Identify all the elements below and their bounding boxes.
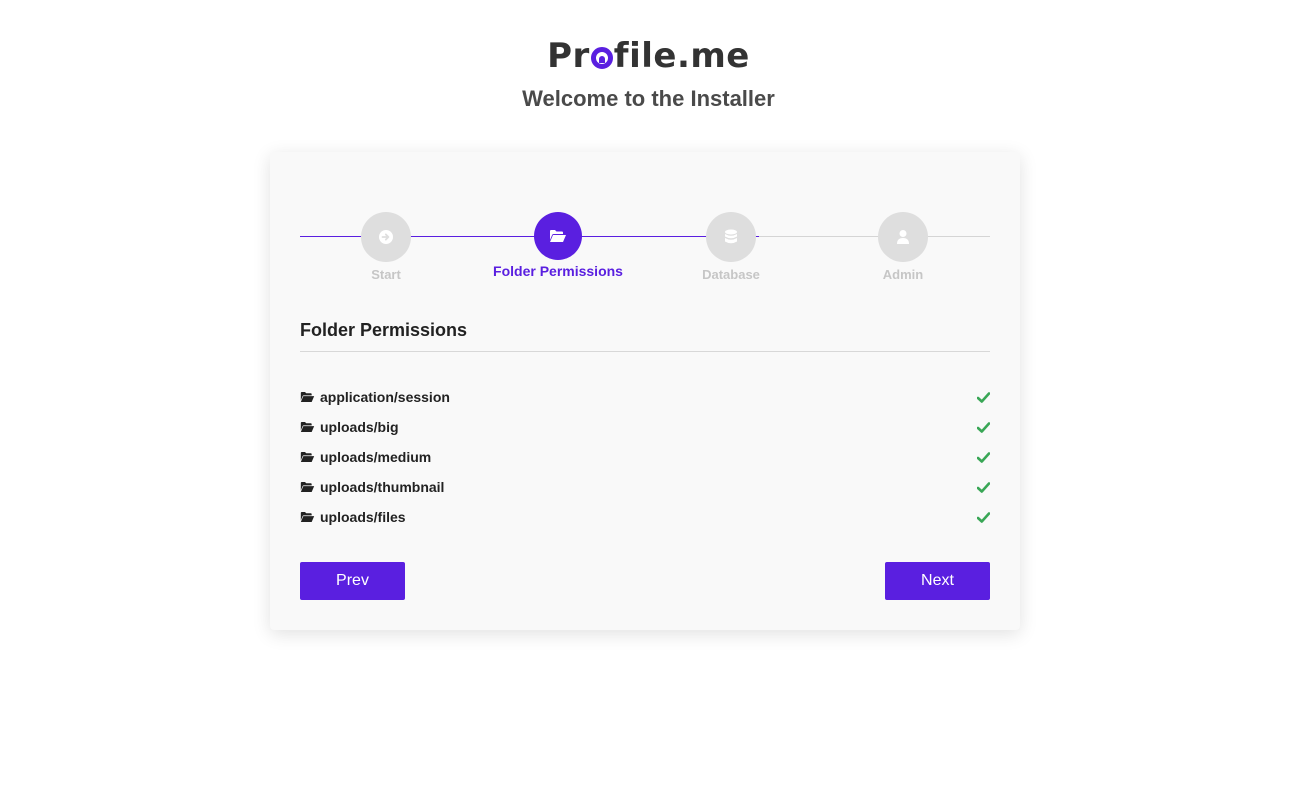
step-database-circle <box>706 212 756 262</box>
folder-path: uploads/medium <box>320 449 432 465</box>
folder-row: application/session <box>300 382 990 412</box>
step-folder-permissions-label: Folder Permissions <box>493 263 623 279</box>
folder-open-icon <box>300 452 315 462</box>
folder-open-icon <box>300 422 315 432</box>
step-admin: Admin <box>823 212 983 282</box>
folder-open-icon <box>300 482 315 492</box>
folder-row: uploads/big <box>300 412 990 442</box>
step-folder-permissions-circle <box>534 212 582 260</box>
database-icon <box>725 229 737 244</box>
step-start-circle <box>361 212 411 262</box>
arrow-right-circle-icon <box>379 230 393 244</box>
folder-open-icon <box>300 512 315 522</box>
folder-path: uploads/thumbnail <box>320 479 445 495</box>
section-title: Folder Permissions <box>300 320 468 340</box>
folder-row: uploads/thumbnail <box>300 472 990 502</box>
section-divider <box>300 351 990 352</box>
logo: Pr file.me <box>0 34 1297 78</box>
step-database: Database <box>651 212 811 282</box>
step-database-label: Database <box>702 267 760 282</box>
step-admin-circle <box>878 212 928 262</box>
check-icon <box>977 451 990 463</box>
logo-o-mark <box>590 47 613 69</box>
check-icon <box>977 421 990 433</box>
installer-card: Start Folder Permissions Database Admin … <box>270 152 1020 630</box>
folder-path: uploads/big <box>320 419 399 435</box>
prev-button[interactable]: Prev <box>300 562 405 600</box>
logo-text-start: Pr <box>547 36 590 76</box>
logo-text-end: file.me <box>613 36 750 76</box>
folder-path: uploads/files <box>320 509 406 525</box>
folder-open-icon <box>550 230 566 242</box>
folder-path: application/session <box>320 389 450 405</box>
folder-open-icon <box>300 392 315 402</box>
next-button[interactable]: Next <box>885 562 990 600</box>
page-title: Welcome to the Installer <box>522 86 775 111</box>
folder-row: uploads/files <box>300 502 990 532</box>
check-icon <box>977 511 990 523</box>
folder-row: uploads/medium <box>300 442 990 472</box>
step-admin-label: Admin <box>882 267 924 282</box>
step-folder-permissions: Folder Permissions <box>478 212 638 279</box>
check-icon <box>977 391 990 403</box>
step-start: Start <box>306 212 466 282</box>
folder-list: application/session uploads/big uploads/… <box>300 382 990 532</box>
check-icon <box>977 481 990 493</box>
step-start-label: Start <box>371 267 401 282</box>
user-icon <box>897 230 909 244</box>
